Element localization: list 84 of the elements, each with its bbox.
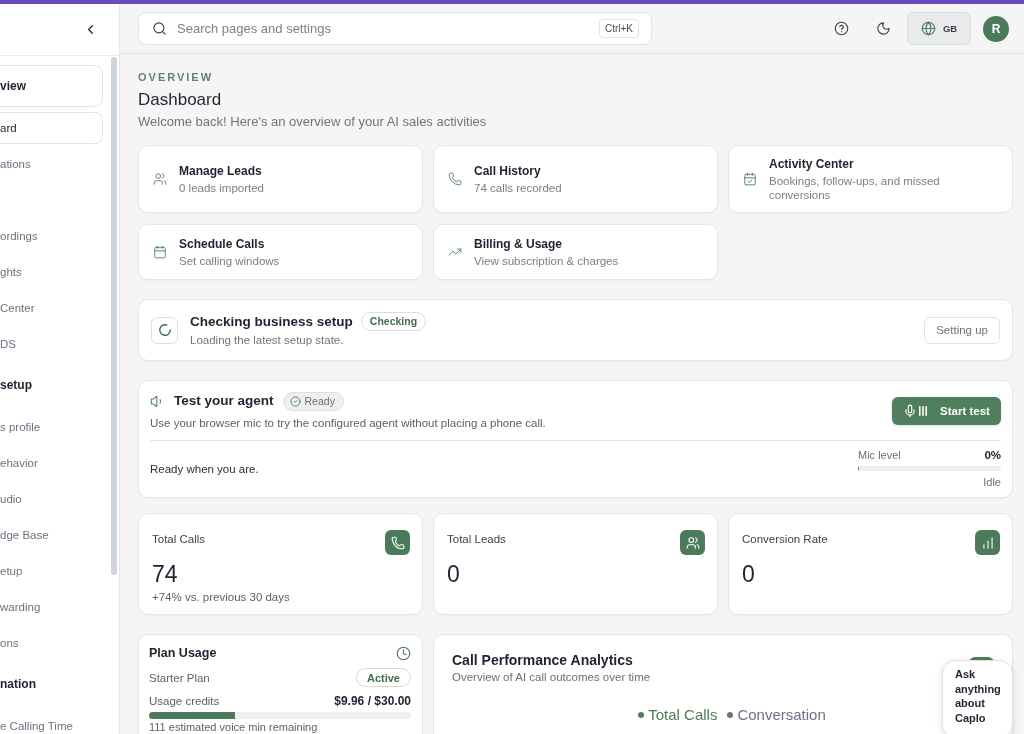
legend-label: Total Calls xyxy=(648,705,718,725)
search-field[interactable]: Search pages and settings Ctrl+K xyxy=(138,12,652,45)
nav-item[interactable]: ehavior xyxy=(0,447,103,479)
nav-item[interactable]: ations xyxy=(0,148,103,180)
quick-link-title: Call History xyxy=(474,163,542,179)
nav-item[interactable]: ghts xyxy=(0,256,103,288)
section-eyebrow: OVERVIEW xyxy=(138,70,215,84)
users-icon xyxy=(153,172,167,186)
user-avatar[interactable]: R xyxy=(983,15,1009,42)
nav-item[interactable]: etup xyxy=(0,555,103,587)
sound-bars-icon xyxy=(918,404,929,417)
setup-title: Checking business setup xyxy=(190,312,353,331)
spinner-icon xyxy=(151,316,178,344)
search-input[interactable]: Search pages and settings xyxy=(177,18,589,39)
ask-assistant-tooltip[interactable]: Ask anything about Caplo xyxy=(942,660,1013,734)
stat-label: Conversion Rate xyxy=(742,532,828,547)
quick-link-subtitle: View subscription & charges xyxy=(474,254,619,268)
shortcut-key: Ctrl+K xyxy=(598,19,639,38)
setting-up-button[interactable]: Setting up xyxy=(924,316,1000,344)
setup-subtitle: Loading the latest setup state. xyxy=(190,333,345,348)
nav-item[interactable]: ordings xyxy=(0,220,103,252)
quick-link-title: Billing & Usage xyxy=(474,236,563,252)
stat-change: +74% vs. previous 30 days xyxy=(152,590,291,604)
quick-link-subtitle: 74 calls recorded xyxy=(474,181,562,195)
agent-description: Use your browser mic to try the configured agent without placing a phone call. xyxy=(150,416,546,430)
stat-value: 0 xyxy=(447,561,461,587)
users-icon xyxy=(680,530,705,555)
mic-icon xyxy=(903,403,918,418)
plan-name: Starter Plan xyxy=(149,670,210,686)
quick-link-card[interactable]: Billing & Usage View subscription & charges xyxy=(433,224,718,280)
nav-item[interactable]: e Calling Time xyxy=(0,710,103,734)
quick-link-subtitle: Bookings, follow-ups, and missed conversions xyxy=(769,174,941,202)
nav-item[interactable]: warding xyxy=(0,591,103,623)
meter-state: Idle xyxy=(982,475,1001,489)
quick-link-title: Manage Leads xyxy=(179,163,263,179)
page-subtitle: Welcome back! Here's an overview of your AI sales activities xyxy=(138,114,488,130)
status-badge: Checking xyxy=(360,312,427,331)
stat-value: 0 xyxy=(742,561,756,587)
calendar-check-icon xyxy=(743,172,757,186)
plan-usage-title: Plan Usage xyxy=(149,645,217,662)
legend-label: Conversation xyxy=(737,705,826,725)
check-circle-icon xyxy=(289,395,301,407)
agent-title: Test your agent xyxy=(174,392,274,410)
phone-icon xyxy=(448,172,462,186)
badge-label: Ready xyxy=(304,394,335,408)
nav-item[interactable]: s profile xyxy=(0,411,103,443)
scrollbar-thumb[interactable] xyxy=(111,57,117,575)
stat-label: Total Leads xyxy=(447,532,506,547)
credits-value: $9.96 / $30.00 xyxy=(334,693,411,709)
stat-label: Total Calls xyxy=(152,532,206,547)
nav-item[interactable]: ard xyxy=(0,112,103,144)
quick-link-card[interactable]: Schedule Calls Set calling windows xyxy=(138,224,423,280)
phone-icon xyxy=(385,530,410,555)
quick-link-subtitle: 0 leads imported xyxy=(179,181,265,195)
nav-item[interactable]: DS xyxy=(0,328,103,360)
quick-link-card[interactable]: Manage Leads 0 leads imported xyxy=(138,145,423,213)
quick-link-card[interactable]: Activity Center Bookings, follow-ups, and missed conversions xyxy=(728,145,1013,213)
analytics-title: Call Performance Analytics xyxy=(452,651,634,669)
quick-link-subtitle: Set calling windows xyxy=(179,254,280,268)
page-title: Dashboard xyxy=(138,90,223,110)
nav-item[interactable]: udio xyxy=(0,483,103,515)
meter-reading: 0% xyxy=(984,448,1001,462)
nav-item[interactable]: Center xyxy=(0,292,103,324)
credits-label: Usage credits xyxy=(149,694,220,709)
nav-item[interactable]: dge Base xyxy=(0,519,103,551)
agent-status-text: Ready when you are. xyxy=(150,462,259,475)
moon-icon xyxy=(875,21,891,36)
search-icon xyxy=(152,21,167,36)
globe-icon xyxy=(920,21,936,36)
analytics-subtitle: Overview of AI call outcomes over time xyxy=(452,670,651,684)
remaining-minutes-text: 111 estimated voice min remaining xyxy=(149,721,319,733)
bar-chart-icon xyxy=(975,530,1000,555)
nav-section-header[interactable]: view xyxy=(0,65,103,107)
start-test-button[interactable]: Start test xyxy=(892,396,1001,425)
quick-link-title: Schedule Calls xyxy=(179,236,266,252)
nav-item[interactable]: ons xyxy=(0,627,103,659)
clock-icon xyxy=(396,645,411,661)
quick-link-card[interactable]: Call History 74 calls recorded xyxy=(433,145,718,213)
language-button[interactable]: GB xyxy=(907,12,971,45)
meter-label: Mic level xyxy=(858,448,901,462)
help-icon xyxy=(833,21,849,36)
calendar-icon xyxy=(153,245,167,259)
quick-link-title: Activity Center xyxy=(769,156,855,172)
stat-value: 74 xyxy=(152,561,179,587)
